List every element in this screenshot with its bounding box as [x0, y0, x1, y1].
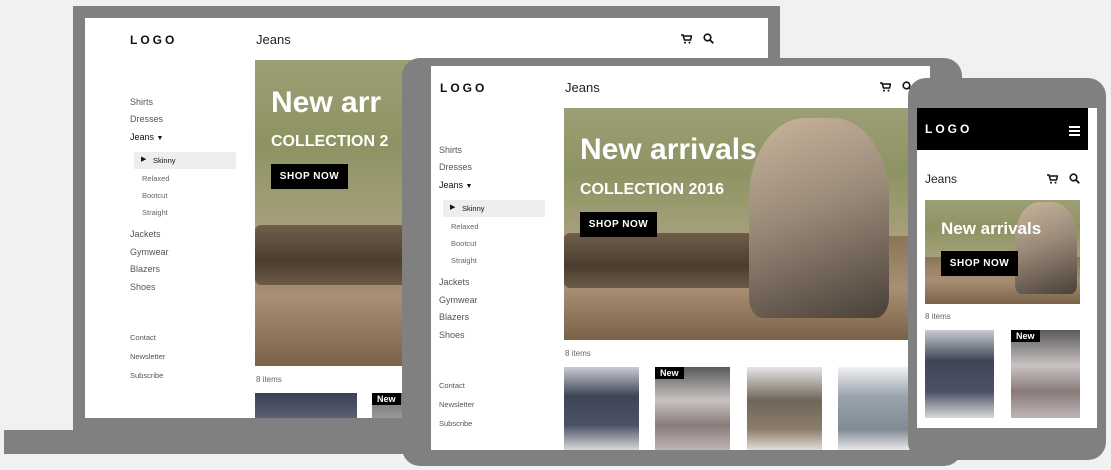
new-badge: New [372, 393, 401, 405]
caret-right-icon: ▶ [141, 156, 147, 163]
hero-banner: New arrivals SHOP NOW [925, 200, 1080, 304]
footer-subscribe[interactable]: Subscribe [130, 371, 163, 380]
shop-now-button[interactable]: SHOP NOW [941, 251, 1018, 276]
product-card[interactable] [747, 367, 822, 450]
nav-dresses[interactable]: Dresses [439, 162, 472, 172]
nav-jeans-label: Jeans [439, 180, 464, 190]
nav-blazers[interactable]: Blazers [439, 312, 469, 322]
nav-jeans[interactable]: Jeans ▼ [130, 132, 163, 142]
caret-down-icon: ▼ [156, 135, 164, 142]
cart-icon[interactable] [1047, 174, 1058, 184]
footer-contact[interactable]: Contact [439, 381, 465, 390]
nav-bootcut[interactable]: Bootcut [451, 239, 476, 248]
nav-gymwear[interactable]: Gymwear [439, 295, 478, 305]
nav-jackets[interactable]: Jackets [439, 277, 470, 287]
nav-shirts[interactable]: Shirts [439, 145, 462, 155]
nav-shoes[interactable]: Shoes [130, 282, 156, 292]
search-icon[interactable] [1069, 173, 1080, 184]
hero-banner: New arrivals COLLECTION 2016 SHOP NOW [564, 108, 909, 340]
footer-contact[interactable]: Contact [130, 333, 156, 342]
nav-gymwear[interactable]: Gymwear [130, 247, 169, 257]
logo[interactable]: LOGO [130, 33, 177, 47]
footer-subscribe[interactable]: Subscribe [439, 419, 472, 428]
footer-newsletter[interactable]: Newsletter [439, 400, 474, 409]
search-icon[interactable] [703, 33, 714, 44]
nav-relaxed[interactable]: Relaxed [142, 174, 170, 183]
cart-icon[interactable] [681, 34, 692, 44]
nav-relaxed[interactable]: Relaxed [451, 222, 479, 231]
shop-now-button[interactable]: SHOP NOW [580, 212, 657, 237]
product-card[interactable] [925, 330, 994, 418]
nav-skinny-label: Skinny [462, 204, 485, 213]
items-count: 8 items [925, 312, 951, 321]
product-card[interactable] [255, 393, 357, 418]
page-title: Jeans [925, 172, 958, 186]
caret-right-icon: ▶ [450, 204, 456, 211]
nav-jeans[interactable]: Jeans ▼ [439, 180, 472, 190]
hero-headline: New arrivals [580, 133, 757, 166]
nav-bootcut[interactable]: Bootcut [142, 191, 167, 200]
cart-icon[interactable] [880, 82, 891, 92]
hero-headline: New arr [271, 86, 382, 119]
product-card[interactable]: New [655, 367, 730, 450]
nav-jeans-label: Jeans [130, 132, 155, 142]
nav-straight[interactable]: Straight [142, 208, 168, 217]
nav-skinny-label: Skinny [153, 156, 176, 165]
nav-blazers[interactable]: Blazers [130, 264, 160, 274]
footer-newsletter[interactable]: Newsletter [130, 352, 165, 361]
hamburger-menu-icon[interactable] [1069, 123, 1080, 141]
new-badge: New [1011, 330, 1040, 342]
nav-straight[interactable]: Straight [451, 256, 477, 265]
items-count: 8 items [256, 375, 282, 384]
items-count: 8 items [565, 349, 591, 358]
nav-skinny[interactable]: ▶ Skinny [134, 152, 236, 169]
shop-now-button[interactable]: SHOP NOW [271, 164, 348, 189]
new-badge: New [655, 367, 684, 379]
product-card[interactable] [838, 367, 913, 450]
nav-dresses[interactable]: Dresses [130, 114, 163, 124]
hero-subheadline: COLLECTION 2 [271, 133, 389, 150]
mobile-header: LOGO [917, 108, 1088, 150]
product-card[interactable] [564, 367, 639, 450]
caret-down-icon: ▼ [465, 183, 473, 190]
product-card[interactable]: New [1011, 330, 1080, 418]
page-title: Jeans [565, 80, 600, 95]
nav-jackets[interactable]: Jackets [130, 229, 161, 239]
page-title: Jeans [256, 32, 291, 47]
logo[interactable]: LOGO [440, 81, 487, 95]
hero-subheadline: COLLECTION 2016 [580, 181, 725, 198]
nav-skinny[interactable]: ▶ Skinny [443, 200, 545, 217]
nav-shirts[interactable]: Shirts [130, 97, 153, 107]
logo[interactable]: LOGO [925, 122, 972, 136]
hero-headline: New arrivals [941, 219, 1042, 238]
nav-shoes[interactable]: Shoes [439, 330, 465, 340]
tablet-screen: LOGO Jeans Shirts Dresses Jeans ▼ ▶ Skin… [431, 66, 930, 450]
phone-screen: LOGO Jeans New arrivals SHOP NOW 8 items… [917, 108, 1097, 428]
